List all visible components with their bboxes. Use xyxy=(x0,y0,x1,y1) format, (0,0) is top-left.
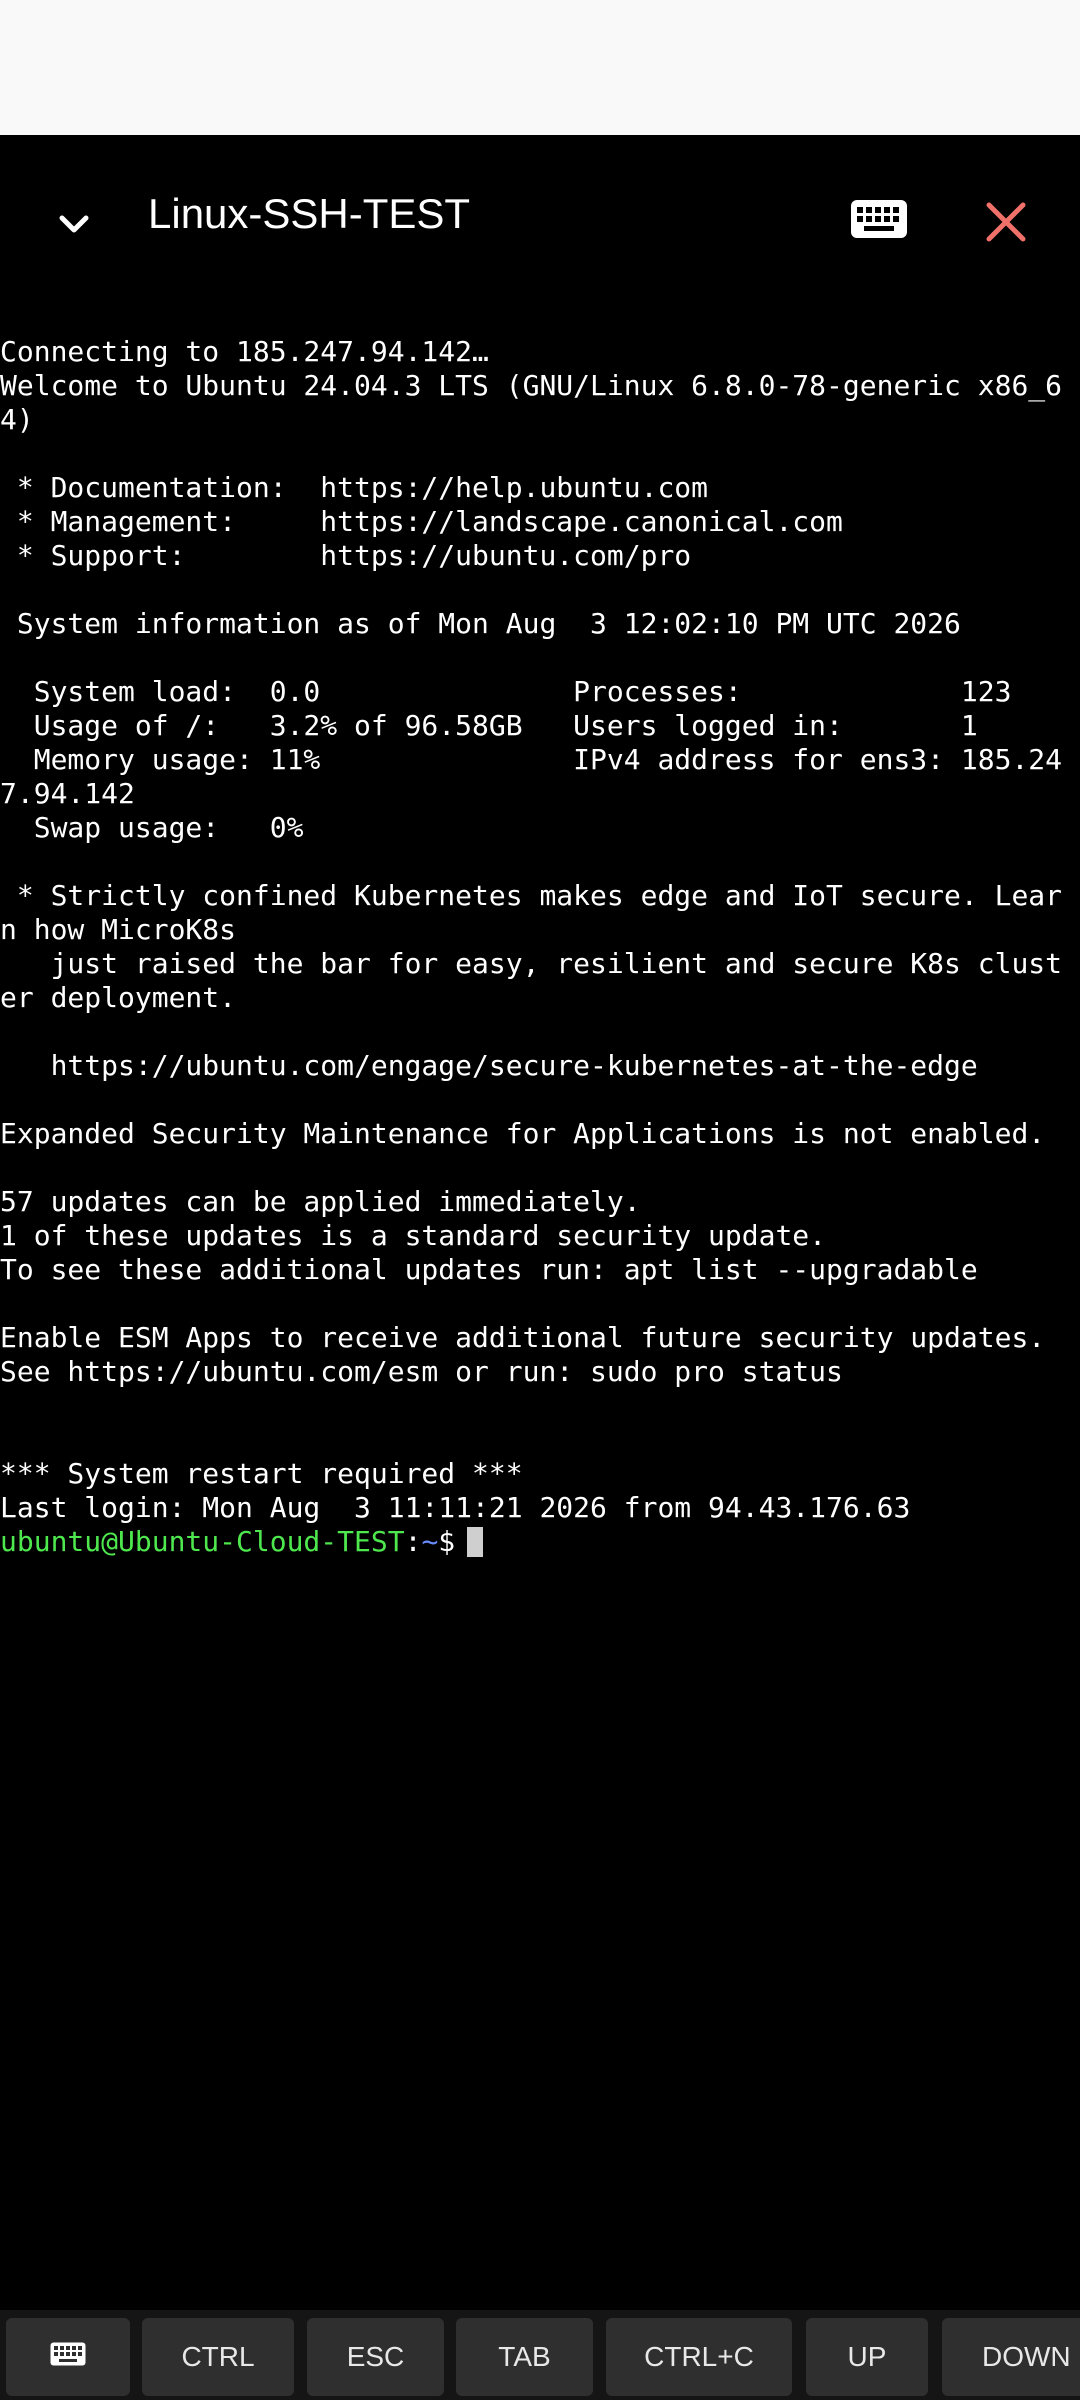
terminal-line: To see these additional updates run: apt… xyxy=(0,1253,978,1286)
terminal-line: Usage of /: 3.2% of 96.58GB Users logged… xyxy=(0,709,978,742)
terminal-line: * Support: https://ubuntu.com/pro xyxy=(0,539,692,572)
terminal-line: 7.94.142 xyxy=(0,777,135,810)
terminal-line: 4) xyxy=(0,403,34,436)
session-header: Linux-SSH-TEST xyxy=(0,135,1080,305)
ctrl-key-button[interactable]: CTRL xyxy=(142,2318,294,2396)
keyboard-toggle-icon[interactable] xyxy=(850,199,908,239)
prompt-path: ~ xyxy=(421,1525,439,1558)
terminal-line: * Documentation: https://help.ubuntu.com xyxy=(0,471,709,504)
terminal-line: Connecting to 185.247.94.142… xyxy=(0,335,489,368)
ctrl-c-key-button[interactable]: CTRL+C xyxy=(606,2318,792,2396)
terminal-prompt-line: ubuntu@Ubuntu-Cloud-TEST:~$ xyxy=(0,1525,1080,1559)
terminal-line: 57 updates can be applied immediately. xyxy=(0,1185,641,1218)
chevron-down-icon[interactable] xyxy=(50,200,98,248)
up-key-button[interactable]: UP xyxy=(806,2318,928,2396)
keyboard-key-button[interactable] xyxy=(6,2318,130,2396)
down-key-button[interactable]: DOWN xyxy=(942,2318,1080,2396)
terminal-line: Memory usage: 11% IPv4 address for ens3:… xyxy=(0,743,1063,776)
terminal-line: System information as of Mon Aug 3 12:02… xyxy=(0,607,961,640)
status-bar-area xyxy=(0,0,1080,135)
terminal-line: Expanded Security Maintenance for Applic… xyxy=(0,1117,1046,1150)
prompt-colon: : xyxy=(404,1525,422,1558)
terminal-line: https://ubuntu.com/engage/secure-kuberne… xyxy=(0,1049,978,1082)
session-title: Linux-SSH-TEST xyxy=(148,190,471,237)
terminal-line: er deployment. xyxy=(0,981,237,1014)
prompt-user-host: ubuntu@Ubuntu-Cloud-TEST xyxy=(0,1525,405,1558)
terminal-line: See https://ubuntu.com/esm or run: sudo … xyxy=(0,1355,843,1388)
terminal-line: just raised the bar for easy, resilient … xyxy=(0,947,1063,980)
terminal-line: *** System restart required *** xyxy=(0,1457,523,1490)
terminal-line: System load: 0.0 Processes: 123 xyxy=(0,675,1012,708)
terminal-line: Enable ESM Apps to receive additional fu… xyxy=(0,1321,1046,1354)
terminal-cursor xyxy=(467,1527,484,1557)
terminal-line: n how MicroK8s xyxy=(0,913,237,946)
terminal-line: 1 of these updates is a standard securit… xyxy=(0,1219,827,1252)
terminal-line: Swap usage: 0% xyxy=(0,811,304,844)
extra-keys-bar: CTRL ESC TAB CTRL+C UP DOWN xyxy=(0,2310,1080,2400)
terminal-line: Welcome to Ubuntu 24.04.3 LTS (GNU/Linux… xyxy=(0,369,1063,402)
prompt-symbol: $ xyxy=(438,1525,456,1558)
tab-key-button[interactable]: TAB xyxy=(456,2318,593,2396)
close-icon[interactable] xyxy=(985,201,1027,243)
esc-key-button[interactable]: ESC xyxy=(307,2318,444,2396)
terminal-output[interactable]: Connecting to 185.247.94.142… Welcome to … xyxy=(0,335,1080,2305)
terminal-line: * Management: https://landscape.canonica… xyxy=(0,505,843,538)
terminal-line: * Strictly confined Kubernetes makes edg… xyxy=(0,879,1063,912)
keyboard-icon xyxy=(50,2341,86,2373)
terminal-line: Last login: Mon Aug 3 11:11:21 2026 from… xyxy=(0,1491,911,1524)
